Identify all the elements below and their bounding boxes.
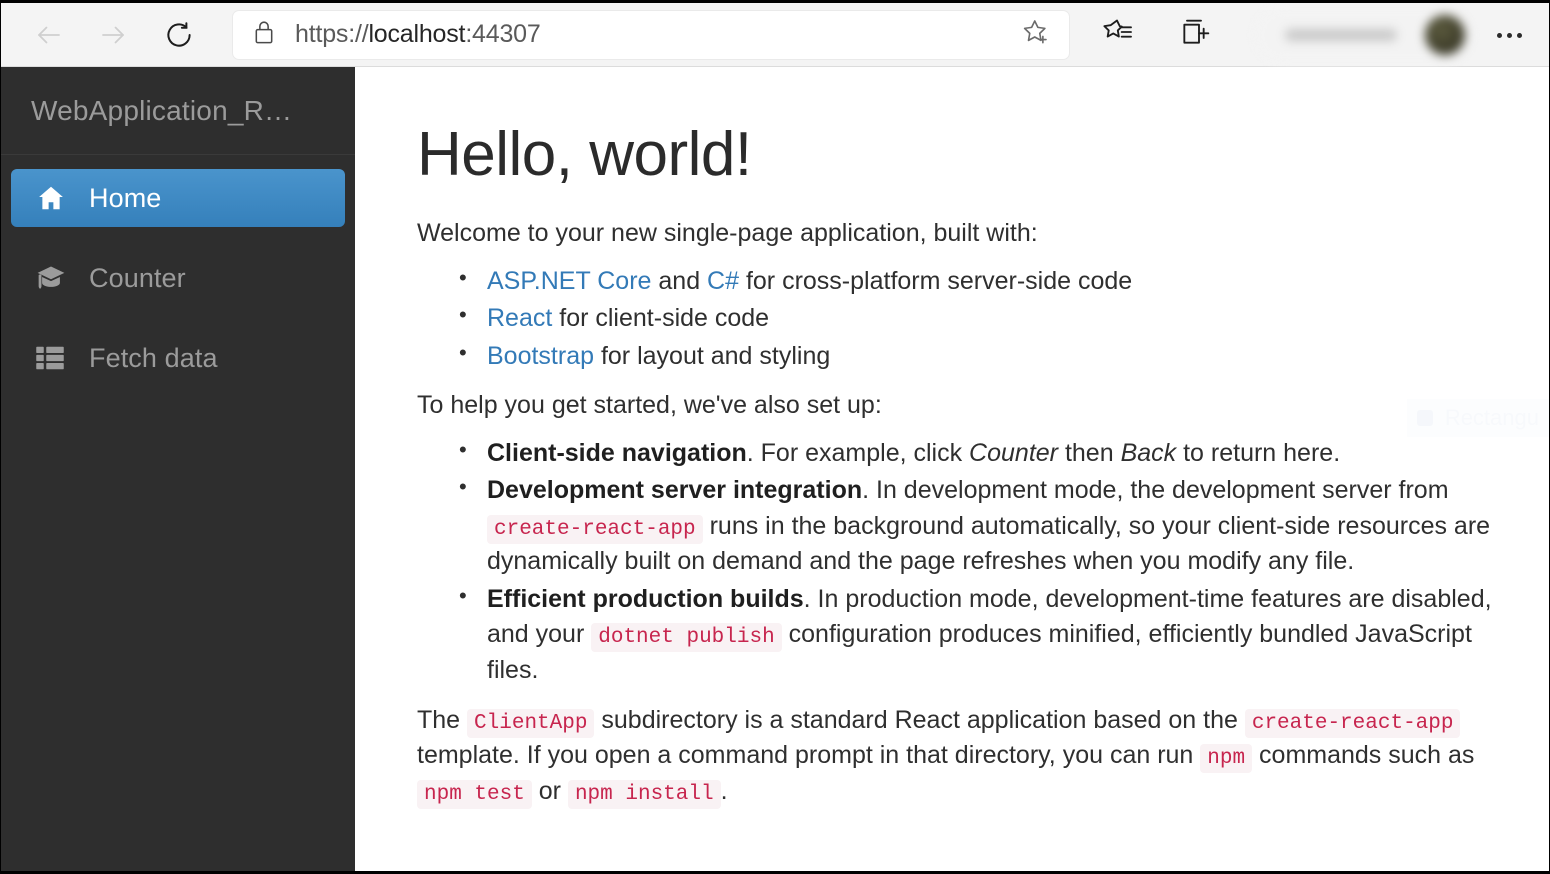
home-icon [35, 183, 69, 213]
code-dotnet-publish: dotnet publish [591, 623, 781, 652]
text-tail: for layout and styling [594, 342, 830, 370]
text: . [721, 777, 728, 805]
list-item: Development server integration. In devel… [487, 473, 1519, 580]
brand-header[interactable]: WebApplication_R… [1, 67, 355, 155]
graduation-cap-icon [35, 264, 69, 292]
feature-text: to return here. [1176, 439, 1340, 467]
reload-button[interactable] [151, 7, 207, 63]
code-npm: npm [1200, 744, 1252, 773]
list-item: React for client-side code [487, 301, 1519, 337]
list-item: ASP.NET Core and C# for cross-platform s… [487, 264, 1519, 300]
forward-button[interactable] [85, 7, 141, 63]
feature-text: . In development mode, the development s… [862, 476, 1448, 504]
text: subdirectory is a standard React applica… [594, 706, 1244, 734]
brand-title: WebApplication_R… [31, 95, 292, 127]
link-csharp[interactable]: C# [707, 267, 739, 295]
feature-text: . For example, click [747, 439, 969, 467]
reload-icon [164, 20, 194, 50]
page-title: Hello, world! [417, 119, 1519, 190]
arrow-right-icon [98, 20, 128, 50]
sidebar-item-label: Home [89, 183, 161, 214]
text-tail: for cross-platform server-side code [739, 267, 1132, 295]
feature-title: Development server integration [487, 476, 862, 504]
code-create-react-app: create-react-app [487, 515, 703, 544]
text: commands such as [1252, 741, 1474, 769]
code-npm-install: npm install [568, 780, 721, 809]
code-create-react-app: create-react-app [1245, 709, 1461, 738]
favorites-button[interactable] [1093, 9, 1145, 61]
sidebar-item-fetch-data[interactable]: Fetch data [11, 329, 345, 387]
ellipsis-icon [1497, 33, 1522, 38]
browser-window: https://localhost:44307 [0, 0, 1550, 874]
sidebar: WebApplication_R… Home [1, 67, 355, 871]
text-and: and [651, 267, 707, 295]
text: The [417, 706, 467, 734]
list-item: Bootstrap for layout and styling [487, 339, 1519, 375]
link-react[interactable]: React [487, 304, 552, 332]
lock-icon [253, 19, 275, 50]
emphasis-counter: Counter [969, 439, 1058, 467]
arrow-left-icon [34, 20, 64, 50]
more-button[interactable] [1483, 11, 1535, 59]
text: template. If you open a command prompt i… [417, 741, 1200, 769]
list-item: Efficient production builds. In producti… [487, 582, 1519, 689]
back-button[interactable] [21, 7, 77, 63]
profile-pill-redacted[interactable] [1255, 7, 1471, 63]
features-list: Client-side navigation. For example, cli… [417, 436, 1519, 689]
sidebar-nav: Home Counter [1, 155, 355, 387]
feature-text: then [1058, 439, 1121, 467]
text: or [532, 777, 568, 805]
sidebar-item-counter[interactable]: Counter [11, 249, 345, 307]
emphasis-back: Back [1121, 439, 1177, 467]
avatar [1425, 15, 1465, 55]
setup-intro-paragraph: To help you get started, we've also set … [417, 388, 1519, 424]
star-list-icon [1103, 16, 1135, 53]
star-plus-icon [1021, 17, 1051, 52]
profile-name-redacted [1285, 29, 1397, 41]
list-icon [35, 344, 69, 372]
closing-paragraph: The ClientApp subdirectory is a standard… [417, 703, 1519, 810]
favorite-button[interactable] [1009, 13, 1063, 57]
sidebar-item-home[interactable]: Home [11, 169, 345, 227]
url-text: https://localhost:44307 [295, 20, 1009, 49]
code-npm-test: npm test [417, 780, 532, 809]
link-aspnet-core[interactable]: ASP.NET Core [487, 267, 651, 295]
browser-toolbar: https://localhost:44307 [1, 3, 1549, 67]
built-with-list: ASP.NET Core and C# for cross-platform s… [417, 264, 1519, 375]
link-bootstrap[interactable]: Bootstrap [487, 342, 594, 370]
main-content: Hello, world! Welcome to your new single… [355, 67, 1549, 871]
feature-title: Efficient production builds [487, 585, 804, 613]
sidebar-item-label: Fetch data [89, 343, 218, 374]
intro-paragraph: Welcome to your new single-page applicat… [417, 216, 1519, 252]
feature-title: Client-side navigation [487, 439, 747, 467]
tab-add-icon [1179, 16, 1211, 53]
address-bar[interactable]: https://localhost:44307 [233, 11, 1069, 59]
tab-actions-button[interactable] [1169, 9, 1221, 61]
list-item: Client-side navigation. For example, cli… [487, 436, 1519, 472]
sidebar-item-label: Counter [89, 263, 186, 294]
text-tail: for client-side code [552, 304, 769, 332]
app-body: WebApplication_R… Home [1, 67, 1549, 871]
code-clientapp: ClientApp [467, 709, 594, 738]
